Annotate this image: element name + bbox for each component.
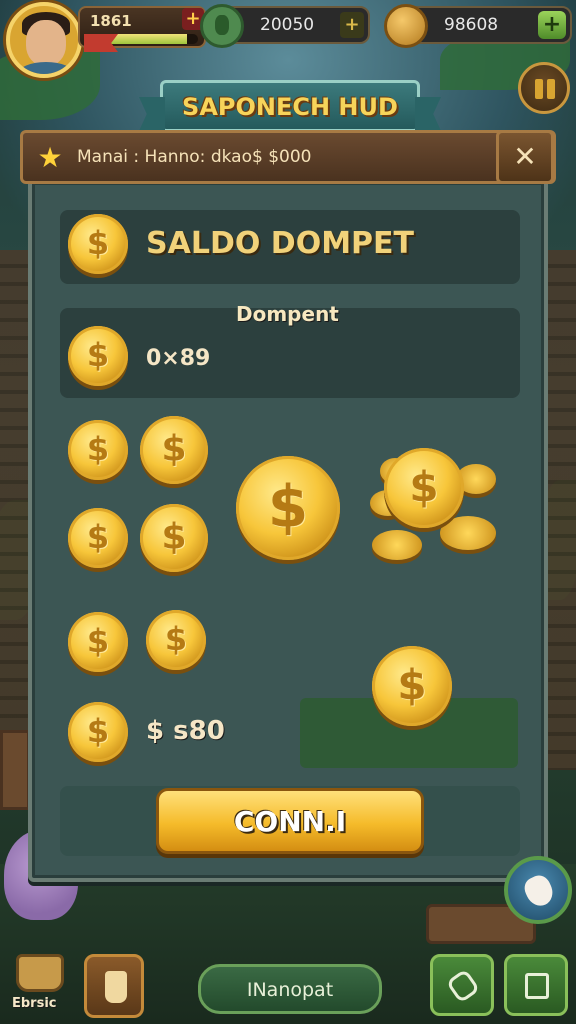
pause-icon bbox=[535, 79, 543, 99]
pause-icon bbox=[547, 79, 555, 99]
tool-icon bbox=[525, 973, 549, 999]
coin-pile-piece bbox=[440, 516, 496, 550]
currency-primary-add-button[interactable]: + bbox=[340, 12, 364, 38]
coin-icon bbox=[372, 646, 452, 726]
coin-option[interactable] bbox=[140, 416, 208, 484]
panel-header-text: Manai : Hanno: dkao$ $000 bbox=[77, 147, 312, 167]
tool-icon bbox=[445, 968, 481, 1004]
hand-pointer-icon bbox=[520, 871, 558, 911]
dompet-label: Dompent bbox=[236, 302, 339, 326]
tool-button-2[interactable] bbox=[504, 954, 568, 1016]
currency-coins-add-button[interactable]: + bbox=[538, 11, 566, 39]
close-button[interactable]: ✕ bbox=[496, 130, 554, 184]
coin-icon bbox=[384, 4, 428, 48]
hint-button[interactable] bbox=[504, 856, 572, 924]
player-level: 1861 bbox=[90, 12, 132, 30]
inventory-label: Ebrsic bbox=[12, 996, 57, 1011]
bag-icon bbox=[105, 971, 127, 1003]
inventory-button[interactable] bbox=[8, 948, 72, 1000]
coin-pile-piece bbox=[372, 530, 422, 560]
tool-button-1[interactable] bbox=[430, 954, 494, 1016]
player-avatar[interactable] bbox=[6, 2, 82, 78]
title-banner-text: SAPONECH HUD bbox=[182, 93, 398, 121]
nav-main-label: INanopat bbox=[246, 979, 334, 1001]
confirm-button[interactable]: CONN.I bbox=[156, 788, 424, 854]
currency-coins-value: 98608 bbox=[444, 15, 499, 35]
coin-option-large[interactable] bbox=[236, 456, 340, 560]
coin-option[interactable] bbox=[68, 612, 128, 672]
coin-icon bbox=[68, 214, 128, 274]
coin-option[interactable] bbox=[140, 504, 208, 572]
background-barrel bbox=[0, 730, 30, 810]
currency-primary-value: 20050 bbox=[260, 15, 315, 35]
avatar-face bbox=[26, 20, 66, 66]
saldo-label: SALDO DOMPET bbox=[146, 226, 414, 261]
coin-option[interactable] bbox=[68, 508, 128, 568]
coin-icon bbox=[68, 702, 128, 762]
gem-icon bbox=[200, 4, 244, 48]
confirm-button-label: CONN.I bbox=[233, 805, 347, 838]
inventory-icon bbox=[16, 954, 64, 992]
dompet-balance-value: 0×89 bbox=[146, 346, 211, 371]
amount-value: $ s80 bbox=[146, 716, 225, 746]
currency-primary-pill: 20050 + bbox=[200, 4, 370, 48]
star-icon: ★ bbox=[37, 141, 63, 174]
coin-option[interactable] bbox=[146, 610, 206, 670]
title-banner: SAPONECH HUD bbox=[160, 80, 420, 132]
pause-button[interactable] bbox=[518, 62, 570, 114]
currency-coins-pill: 98608 + bbox=[384, 4, 572, 48]
nav-main-button[interactable]: INanopat bbox=[198, 964, 382, 1014]
coin-icon bbox=[68, 326, 128, 386]
coin-option[interactable] bbox=[68, 420, 128, 480]
bag-button[interactable] bbox=[84, 954, 144, 1018]
panel-header: ★ Manai : Hanno: dkao$ $000 bbox=[20, 130, 556, 184]
coin-pile-top[interactable] bbox=[384, 448, 464, 528]
